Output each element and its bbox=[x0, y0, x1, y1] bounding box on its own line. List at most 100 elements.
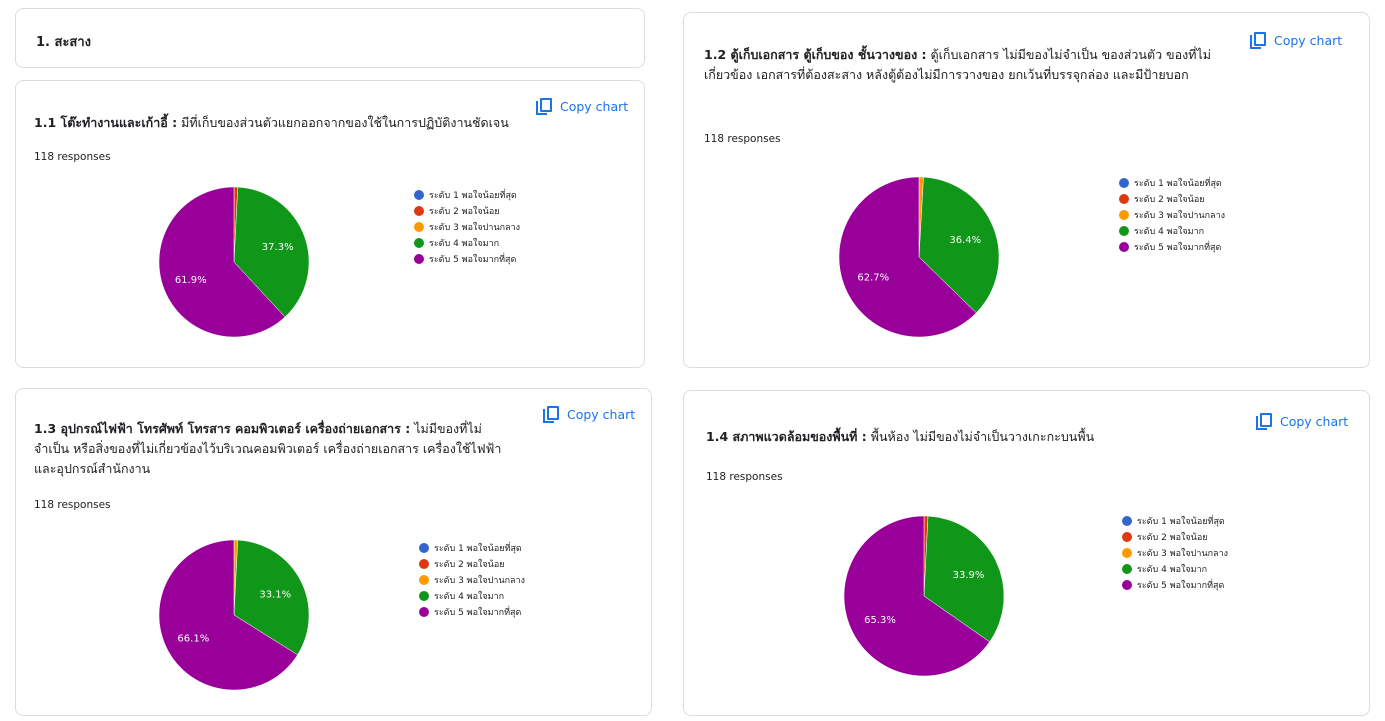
legend-swatch bbox=[414, 238, 424, 248]
legend-swatch bbox=[1122, 532, 1132, 542]
copy-icon bbox=[536, 98, 552, 115]
question-title-bold: 1.2 ตู้เก็บเอกสาร ตู้เก็บของ ชั้นวางของ … bbox=[704, 47, 927, 62]
legend-label: ระดับ 1 พอใจน้อยที่สุด bbox=[1134, 179, 1222, 189]
pie-slice-label: 36.4% bbox=[949, 235, 981, 246]
legend-swatch bbox=[414, 222, 424, 232]
response-count: 118 responses bbox=[704, 133, 781, 145]
legend-item: ระดับ 1 พอใจน้อยที่สุด bbox=[1122, 513, 1228, 529]
legend-item: ระดับ 1 พอใจน้อยที่สุด bbox=[1119, 175, 1225, 191]
legend-item: ระดับ 4 พอใจมาก bbox=[1122, 561, 1228, 577]
question-title: 1.4 สภาพแวดล้อมของพื้นที่ : พื้นห้อง ไม่… bbox=[706, 427, 1226, 447]
question-title-bold: 1.4 สภาพแวดล้อมของพื้นที่ : bbox=[706, 429, 867, 444]
legend-swatch bbox=[1119, 210, 1129, 220]
copy-icon bbox=[543, 406, 559, 423]
legend-item: ระดับ 2 พอใจน้อย bbox=[1122, 529, 1228, 545]
legend-label: ระดับ 4 พอใจมาก bbox=[434, 592, 505, 602]
legend-swatch bbox=[419, 543, 429, 553]
legend-swatch bbox=[1119, 242, 1129, 252]
question-title-bold: 1.1 โต๊ะทำงานและเก้าอี้ : bbox=[34, 115, 178, 130]
copy-icon bbox=[1256, 413, 1272, 430]
pie-slice-label: 65.3% bbox=[864, 615, 896, 626]
pie-slice-label: 37.3% bbox=[262, 242, 294, 253]
chart-card-1-2: Copy chart 1.2 ตู้เก็บเอกสาร ตู้เก็บของ … bbox=[683, 12, 1370, 368]
legend-item: ระดับ 4 พอใจมาก bbox=[419, 588, 525, 604]
legend-label: ระดับ 4 พอใจมาก bbox=[1134, 227, 1205, 237]
pie-slice-label: 33.1% bbox=[259, 589, 291, 600]
pie-chart: 37.3% 61.9% bbox=[158, 186, 310, 338]
legend-item: ระดับ 1 พอใจน้อยที่สุด bbox=[419, 540, 525, 556]
copy-chart-label: Copy chart bbox=[1274, 33, 1343, 48]
legend-label: ระดับ 1 พอใจน้อยที่สุด bbox=[1137, 517, 1225, 527]
pie-chart: 33.9% 65.3% bbox=[843, 515, 1005, 677]
legend-item: ระดับ 1 พอใจน้อยที่สุด bbox=[414, 187, 520, 203]
copy-chart-label: Copy chart bbox=[567, 407, 636, 422]
legend-item: ระดับ 3 พอใจปานกลาง bbox=[1119, 207, 1225, 223]
legend-label: ระดับ 3 พอใจปานกลาง bbox=[1137, 549, 1229, 559]
legend-item: ระดับ 2 พอใจน้อย bbox=[414, 203, 520, 219]
legend-item: ระดับ 2 พอใจน้อย bbox=[1119, 191, 1225, 207]
legend-item: ระดับ 3 พอใจปานกลาง bbox=[1122, 545, 1228, 561]
copy-chart-button[interactable]: Copy chart bbox=[1256, 413, 1348, 430]
chart-card-1-1: Copy chart 1.1 โต๊ะทำงานและเก้าอี้ : มีท… bbox=[15, 80, 645, 368]
legend-label: ระดับ 1 พอใจน้อยที่สุด bbox=[434, 544, 522, 554]
legend-label: ระดับ 3 พอใจปานกลาง bbox=[429, 223, 521, 233]
question-title-bold: 1.3 อุปกรณ์ไฟฟ้า โทรศัพท์ โทรสาร คอมพิวเ… bbox=[34, 421, 411, 436]
pie-slice-label: 61.9% bbox=[175, 275, 207, 286]
legend-item: ระดับ 2 พอใจน้อย bbox=[419, 556, 525, 572]
legend-swatch bbox=[1119, 226, 1129, 236]
legend-item: ระดับ 4 พอใจมาก bbox=[1119, 223, 1225, 239]
legend-swatch bbox=[1122, 548, 1132, 558]
legend-swatch bbox=[1122, 564, 1132, 574]
response-count: 118 responses bbox=[34, 499, 111, 511]
legend-swatch bbox=[1119, 194, 1129, 204]
legend-label: ระดับ 4 พอใจมาก bbox=[429, 239, 500, 249]
legend-swatch bbox=[414, 254, 424, 264]
legend-item: ระดับ 3 พอใจปานกลาง bbox=[419, 572, 525, 588]
legend-item: ระดับ 5 พอใจมากที่สุด bbox=[1122, 577, 1228, 593]
legend-label: ระดับ 2 พอใจน้อย bbox=[434, 560, 505, 570]
chart-legend: ระดับ 1 พอใจน้อยที่สุดระดับ 2 พอใจน้อยระ… bbox=[414, 187, 520, 267]
chart-legend: ระดับ 1 พอใจน้อยที่สุดระดับ 2 พอใจน้อยระ… bbox=[419, 540, 525, 620]
legend-item: ระดับ 4 พอใจมาก bbox=[414, 235, 520, 251]
pie-chart: 33.1% 66.1% bbox=[158, 539, 310, 691]
legend-label: ระดับ 5 พอใจมากที่สุด bbox=[429, 255, 517, 265]
legend-label: ระดับ 1 พอใจน้อยที่สุด bbox=[429, 191, 517, 201]
response-count: 118 responses bbox=[706, 471, 783, 483]
legend-swatch bbox=[419, 591, 429, 601]
question-title: 1.2 ตู้เก็บเอกสาร ตู้เก็บของ ชั้นวางของ … bbox=[704, 45, 1224, 85]
legend-item: ระดับ 5 พอใจมากที่สุด bbox=[419, 604, 525, 620]
legend-label: ระดับ 3 พอใจปานกลาง bbox=[1134, 211, 1226, 221]
legend-swatch bbox=[1122, 516, 1132, 526]
pie-slice-label: 62.7% bbox=[857, 272, 889, 283]
legend-item: ระดับ 3 พอใจปานกลาง bbox=[414, 219, 520, 235]
legend-swatch bbox=[419, 559, 429, 569]
chart-legend: ระดับ 1 พอใจน้อยที่สุดระดับ 2 พอใจน้อยระ… bbox=[1119, 175, 1225, 255]
legend-label: ระดับ 5 พอใจมากที่สุด bbox=[1137, 581, 1225, 591]
legend-label: ระดับ 2 พอใจน้อย bbox=[1137, 533, 1208, 543]
legend-label: ระดับ 5 พอใจมากที่สุด bbox=[1134, 243, 1222, 253]
question-title: 1.3 อุปกรณ์ไฟฟ้า โทรศัพท์ โทรสาร คอมพิวเ… bbox=[34, 419, 514, 479]
legend-label: ระดับ 2 พอใจน้อย bbox=[1134, 195, 1205, 205]
pie-chart: 36.4% 62.7% bbox=[838, 176, 1000, 338]
legend-swatch bbox=[419, 607, 429, 617]
copy-chart-button[interactable]: Copy chart bbox=[543, 406, 635, 423]
legend-swatch bbox=[414, 206, 424, 216]
legend-label: ระดับ 5 พอใจมากที่สุด bbox=[434, 608, 522, 618]
legend-swatch bbox=[1122, 580, 1132, 590]
section-title: 1. สะสาง bbox=[36, 35, 92, 50]
pie-slice-label: 66.1% bbox=[177, 634, 209, 645]
question-title-rest: พื้นห้อง ไม่มีของไม่จำเป็นวางเกะกะบนพื้น bbox=[866, 429, 1095, 444]
pie-slice-label: 33.9% bbox=[953, 570, 985, 581]
copy-chart-button[interactable]: Copy chart bbox=[1250, 32, 1342, 49]
question-title: 1.1 โต๊ะทำงานและเก้าอี้ : มีที่เก็บของส่… bbox=[34, 113, 524, 133]
legend-label: ระดับ 3 พอใจปานกลาง bbox=[434, 576, 526, 586]
copy-chart-label: Copy chart bbox=[560, 99, 629, 114]
copy-chart-label: Copy chart bbox=[1280, 414, 1349, 429]
legend-label: ระดับ 4 พอใจมาก bbox=[1137, 565, 1208, 575]
legend-swatch bbox=[414, 190, 424, 200]
chart-card-1-3: Copy chart 1.3 อุปกรณ์ไฟฟ้า โทรศัพท์ โทร… bbox=[15, 388, 652, 716]
legend-item: ระดับ 5 พอใจมากที่สุด bbox=[414, 251, 520, 267]
question-title-rest: มีที่เก็บของส่วนตัวแยกออกจากของใช้ในการป… bbox=[177, 115, 509, 130]
copy-chart-button[interactable]: Copy chart bbox=[536, 98, 628, 115]
chart-card-1-4: Copy chart 1.4 สภาพแวดล้อมของพื้นที่ : พ… bbox=[683, 390, 1370, 716]
